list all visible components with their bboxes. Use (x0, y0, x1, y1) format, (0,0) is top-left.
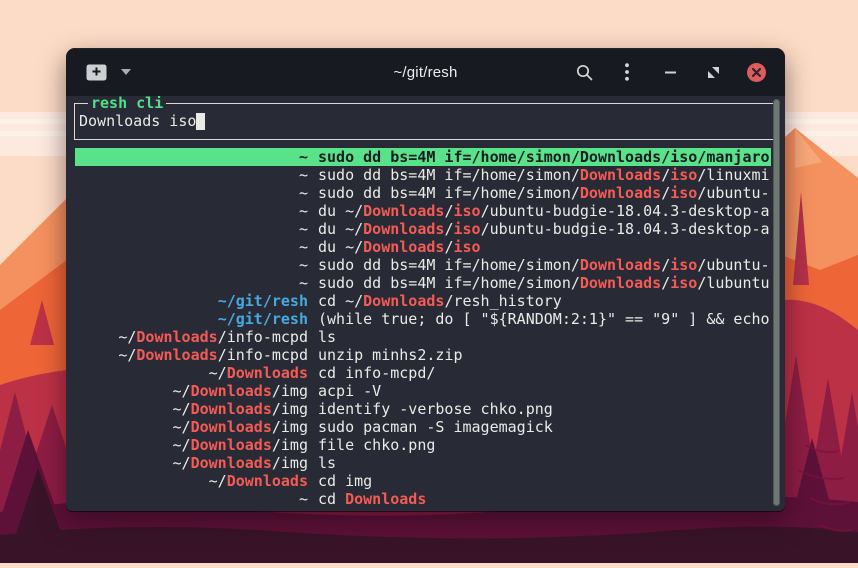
row-command: sudo dd bs=4M if=/home/simon/Downloads/i… (318, 148, 771, 166)
history-row[interactable]: ~/Downloads/info-mcpd ls (75, 328, 771, 346)
restore-window-icon (708, 67, 719, 78)
row-directory: ~/Downloads/img (75, 382, 308, 400)
row-directory: ~/git/resh (75, 292, 308, 310)
row-command: sudo dd bs=4M if=/home/simon/Downloads/i… (318, 256, 771, 274)
history-row[interactable]: ~/Downloads/img sudo pacman -S imagemagic… (75, 418, 771, 436)
row-command: cd info-mcpd/ (318, 364, 771, 382)
row-directory: ~ (75, 256, 308, 274)
history-row[interactable]: ~ du ~/Downloads/iso/ubuntu-budgie-18.04.… (75, 220, 771, 238)
chevron-down-icon (121, 69, 131, 75)
row-command: cd Downloads (318, 490, 771, 508)
new-tab-icon (86, 64, 107, 81)
history-row[interactable]: ~/git/resh (while true; do [ "${RANDOM:2:… (75, 310, 771, 328)
row-directory: ~ (75, 202, 308, 220)
row-command: du ~/Downloads/iso/ubuntu-budgie-18.04.3… (318, 220, 771, 238)
row-directory: ~ (75, 184, 308, 202)
row-directory: ~/Downloads (75, 364, 308, 382)
row-directory: ~/Downloads/info-mcpd (75, 328, 308, 346)
history-list: ~ sudo dd bs=4M if=/home/simon/Downloads/… (75, 148, 771, 508)
row-directory: ~/Downloads/info-mcpd (75, 346, 308, 364)
history-row[interactable]: ~ du ~/Downloads/iso/ubuntu-budgie-18.04.… (75, 202, 771, 220)
tab-dropdown-button[interactable] (119, 57, 133, 87)
row-command: cd img (318, 472, 771, 490)
history-row[interactable]: ~/Downloads/info-mcpd unzip minhs2.zip (75, 346, 771, 364)
history-row[interactable]: ~/Downloads/img acpi -V (75, 382, 771, 400)
history-row[interactable]: ~/Downloads/img file chko.png (75, 436, 771, 454)
row-directory: ~ (75, 490, 308, 508)
close-icon (747, 63, 766, 82)
row-command: du ~/Downloads/iso/ubuntu-budgie-18.04.3… (318, 202, 771, 220)
row-command: (while true; do [ "${RANDOM:2:1}" == "9"… (318, 310, 771, 328)
row-directory: ~/git/resh (75, 310, 308, 328)
minimize-button[interactable] (655, 57, 685, 87)
history-row[interactable]: ~/Downloads cd info-mcpd/ (75, 364, 771, 382)
history-row[interactable]: ~ sudo dd bs=4M if=/home/simon/Downloads/… (75, 184, 771, 202)
row-command: file chko.png (318, 436, 771, 454)
row-command: sudo dd bs=4M if=/home/simon/Downloads/i… (318, 166, 771, 184)
history-row[interactable]: ~ cd Downloads (75, 490, 771, 508)
minimize-icon (665, 71, 676, 74)
row-directory: ~/Downloads/img (75, 400, 308, 418)
menu-button[interactable] (612, 57, 642, 87)
row-command: sudo dd bs=4M if=/home/simon/Downloads/i… (318, 274, 771, 292)
row-directory: ~/Downloads (75, 472, 308, 490)
terminal-content: resh cli Downloads iso ~ sudo dd bs=4M if… (66, 96, 785, 511)
history-row[interactable]: ~ sudo dd bs=4M if=/home/simon/Downloads/… (75, 166, 771, 184)
row-directory: ~/Downloads/img (75, 418, 308, 436)
history-row[interactable]: ~ sudo dd bs=4M if=/home/simon/Downloads/… (75, 256, 771, 274)
history-row[interactable]: ~ du ~/Downloads/iso (75, 238, 771, 256)
resh-search-box[interactable]: resh cli Downloads iso (74, 103, 776, 140)
scrollbar-thumb[interactable] (773, 99, 780, 506)
search-button[interactable] (569, 57, 599, 87)
titlebar[interactable]: ~/git/resh (66, 48, 785, 96)
row-command: acpi -V (318, 382, 771, 400)
search-icon (576, 64, 593, 81)
row-command: cd ~/Downloads/resh_history (318, 292, 771, 310)
row-directory: ~ (75, 220, 308, 238)
history-row[interactable]: ~ sudo dd bs=4M if=/home/simon/Downloads/… (75, 274, 771, 292)
row-command: sudo pacman -S imagemagick (318, 418, 771, 436)
row-directory: ~ (75, 274, 308, 292)
restore-button[interactable] (698, 57, 728, 87)
new-tab-button[interactable] (86, 57, 107, 87)
history-row[interactable]: ~/git/resh cd ~/Downloads/resh_history (75, 292, 771, 310)
row-directory: ~ (75, 238, 308, 256)
terminal-window: ~/git/resh (66, 48, 785, 511)
row-directory: ~/Downloads/img (75, 436, 308, 454)
text-cursor (196, 113, 205, 130)
row-command: ls (318, 454, 771, 472)
row-command: du ~/Downloads/iso (318, 238, 771, 256)
row-directory: ~ (75, 166, 308, 184)
row-command: identify -verbose chko.png (318, 400, 771, 418)
row-command: sudo dd bs=4M if=/home/simon/Downloads/i… (318, 184, 771, 202)
history-row[interactable]: ~ sudo dd bs=4M if=/home/simon/Downloads/… (75, 148, 771, 166)
kebab-menu-icon (625, 63, 629, 81)
history-row[interactable]: ~/Downloads cd img (75, 472, 771, 490)
row-command: unzip minhs2.zip (318, 346, 771, 364)
row-command: ls (318, 328, 771, 346)
history-row[interactable]: ~/Downloads/img identify -verbose chko.pn… (75, 400, 771, 418)
row-directory: ~/Downloads/img (75, 454, 308, 472)
row-directory: ~ (75, 148, 308, 166)
resh-box-title: resh cli (88, 96, 166, 112)
history-row[interactable]: ~/Downloads/img ls (75, 454, 771, 472)
search-query-input[interactable]: Downloads iso (79, 112, 205, 130)
close-button[interactable] (741, 57, 771, 87)
search-query-text: Downloads iso (79, 112, 196, 130)
